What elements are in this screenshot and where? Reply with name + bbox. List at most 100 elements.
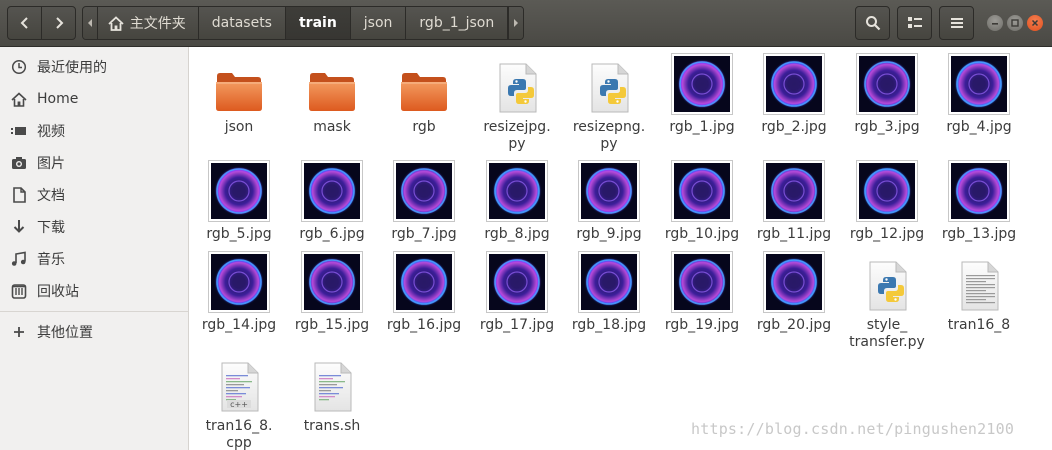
breadcrumb-rgb-1-json[interactable]: rgb_1_json: [406, 7, 509, 39]
sidebar-item-other-locations[interactable]: 其他位置: [0, 316, 188, 348]
file-item[interactable]: rgb_14.jpg: [196, 251, 282, 334]
image-icon: [196, 251, 282, 313]
file-item[interactable]: rgb_20.jpg: [751, 251, 837, 334]
file-item[interactable]: rgb_11.jpg: [751, 160, 837, 243]
image-thumbnail: [393, 160, 455, 222]
file-item[interactable]: rgb_2.jpg: [751, 53, 837, 136]
file-name-line: cpp: [226, 435, 252, 450]
folder-icon: [216, 73, 262, 111]
file-name-label: rgb_6.jpg: [299, 226, 365, 242]
file-item[interactable]: rgb_19.jpg: [659, 251, 745, 334]
file-name-line: resizejpg.: [483, 119, 551, 135]
breadcrumb-json[interactable]: json: [350, 7, 407, 39]
file-item[interactable]: rgb_4.jpg: [936, 53, 1022, 136]
file-item[interactable]: json: [196, 53, 282, 136]
maximize-icon: [1011, 19, 1019, 27]
sidebar-item-downloads[interactable]: 下载: [0, 211, 188, 243]
file-item[interactable]: rgb_17.jpg: [474, 251, 560, 334]
sidebar-item-trash[interactable]: 回收站: [0, 275, 188, 307]
image-thumbnail: [208, 251, 270, 313]
image-icon: [474, 160, 560, 222]
maximize-button[interactable]: [1007, 15, 1023, 31]
file-item[interactable]: rgb_1.jpg: [659, 53, 745, 136]
file-name-label: resizejpg. py: [474, 119, 560, 153]
triangle-left-icon: [87, 19, 92, 27]
file-name-line: style_: [866, 317, 908, 333]
image-thumbnail: [856, 53, 918, 115]
sidebar-item-home[interactable]: Home: [0, 83, 188, 115]
trash-icon: [10, 282, 28, 300]
image-thumbnail: [578, 251, 640, 313]
camera-icon: [10, 154, 28, 172]
sidebar-item-label: 下载: [37, 220, 65, 236]
file-name-label: resizepng. py: [566, 119, 652, 153]
file-item[interactable]: rgb_18.jpg: [566, 251, 652, 334]
file-item[interactable]: rgb_16.jpg: [381, 251, 467, 334]
breadcrumb-label: train: [298, 15, 337, 31]
sidebar-item-videos[interactable]: 视频: [0, 115, 188, 147]
image-thumbnail: [671, 251, 733, 313]
view-toggle-button[interactable]: [897, 6, 932, 40]
image-thumbnail: [763, 251, 825, 313]
file-name-label: rgb_13.jpg: [941, 226, 1017, 242]
file-name-label: rgb_3.jpg: [854, 119, 920, 135]
file-name-label: rgb_15.jpg: [294, 317, 370, 333]
image-icon: [936, 160, 1022, 222]
file-name-label: rgb_10.jpg: [664, 226, 740, 242]
breadcrumb-datasets[interactable]: datasets: [198, 7, 286, 39]
file-item[interactable]: trans.sh: [289, 352, 375, 435]
image-icon: [659, 53, 745, 115]
file-item[interactable]: resizepng. py: [566, 53, 652, 153]
menu-button[interactable]: [939, 6, 974, 40]
file-item[interactable]: rgb_7.jpg: [381, 160, 467, 243]
file-name-label: rgb: [412, 119, 436, 135]
image-thumbnail: [948, 160, 1010, 222]
file-item[interactable]: resizejpg. py: [474, 53, 560, 153]
back-button[interactable]: [7, 6, 42, 40]
image-thumbnail: [671, 53, 733, 115]
folder-icon: [401, 73, 447, 111]
breadcrumb-label: 主文件夹: [129, 16, 186, 32]
sidebar-item-documents[interactable]: 文档: [0, 179, 188, 211]
file-item[interactable]: mask: [289, 53, 375, 136]
image-thumbnail: [671, 160, 733, 222]
image-icon: [936, 53, 1022, 115]
path-scroll-right-button[interactable]: [508, 7, 523, 39]
breadcrumb-home[interactable]: 主文件夹: [97, 7, 199, 39]
forward-button[interactable]: [41, 6, 76, 40]
file-item[interactable]: rgb_12.jpg: [844, 160, 930, 243]
path-scroll-left-button[interactable]: [83, 7, 98, 39]
sidebar-item-music[interactable]: 音乐: [0, 243, 188, 275]
sidebar-item-recent[interactable]: 最近使用的: [0, 51, 188, 83]
file-item[interactable]: c++ tran16_8. cpp: [196, 352, 282, 450]
file-item[interactable]: rgb_6.jpg: [289, 160, 375, 243]
file-item[interactable]: style_ transfer.py: [844, 251, 930, 351]
file-item[interactable]: tran16_8: [936, 251, 1022, 334]
python-file-icon: [844, 251, 930, 313]
file-item[interactable]: rgb_15.jpg: [289, 251, 375, 334]
plus-icon: [10, 323, 28, 341]
minimize-button[interactable]: [987, 15, 1003, 31]
video-icon: [10, 122, 28, 140]
file-name-line: py: [508, 136, 526, 152]
image-icon: [381, 251, 467, 313]
image-icon: [751, 160, 837, 222]
file-item[interactable]: rgb_13.jpg: [936, 160, 1022, 243]
header-bar: 主文件夹 datasets train json rgb_1_json: [0, 0, 1052, 47]
search-button[interactable]: [855, 6, 890, 40]
file-item[interactable]: rgb: [381, 53, 467, 136]
triangle-right-icon: [514, 19, 519, 27]
file-item[interactable]: rgb_9.jpg: [566, 160, 652, 243]
places-list: 最近使用的 Home 视频 图片 文档 下载 音乐 回收站 其他位置: [0, 47, 188, 348]
cpp-file-icon: c++: [196, 352, 282, 414]
download-icon: [10, 218, 28, 236]
file-item[interactable]: rgb_10.jpg: [659, 160, 745, 243]
file-item[interactable]: rgb_3.jpg: [844, 53, 930, 136]
close-button[interactable]: [1027, 15, 1043, 31]
file-item[interactable]: rgb_8.jpg: [474, 160, 560, 243]
sidebar-item-pictures[interactable]: 图片: [0, 147, 188, 179]
breadcrumb-train[interactable]: train: [285, 7, 351, 39]
file-item[interactable]: rgb_5.jpg: [196, 160, 282, 243]
file-name-label: rgb_11.jpg: [756, 226, 832, 242]
sidebar-item-label: 最近使用的: [37, 60, 107, 76]
